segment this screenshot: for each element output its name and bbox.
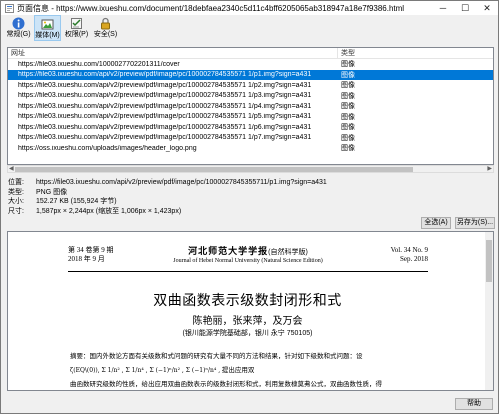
list-item-url: https://file03.ixueshu.com/api/v2/previe…	[18, 134, 312, 142]
tab-permissions[interactable]: 权限(P)	[63, 15, 90, 41]
list-item-url: https://file03.ixueshu.com/api/v2/previe…	[18, 102, 312, 110]
list-item-selected[interactable]: https://file03.ixueshu.com/api/v2/previe…	[8, 69, 493, 80]
abstract-line: ζ(EQ\(0)), Σ 1/n² , Σ 1/n⁴ , Σ (−1)ⁿ/n² …	[70, 364, 430, 378]
size-label: 大小:	[8, 198, 24, 205]
abstract-line: 摘要：国内外数论方面有关级数和式问题的研究有大量不同的方法和结果，针对如下级数和…	[70, 353, 363, 360]
date-cn: 2018 年 9 月	[68, 255, 105, 263]
list-horizontal-scrollbar[interactable]: ◀ ▶	[7, 165, 494, 173]
location-label: 位置:	[8, 179, 24, 186]
tab-general[interactable]: 常规(G)	[5, 15, 32, 41]
lock-icon	[99, 16, 113, 30]
column-header-url[interactable]: 网址	[8, 48, 338, 58]
tab-general-label: 常规(G)	[6, 31, 31, 38]
type-value: PNG 图像	[36, 188, 68, 196]
type-label: 类型:	[8, 188, 24, 196]
minimize-button[interactable]: ─	[432, 1, 454, 15]
paper-affiliation: (银川能源学院基础部，银川 永宁 750105)	[182, 330, 313, 337]
list-item[interactable]: https://file03.ixueshu.com/api/v2/previe…	[8, 101, 493, 112]
abstract-line: 曲函数研究级数的性质，给出应用双曲函数表示的级数封闭形和式，利用复数棣莫弗公式，…	[70, 381, 382, 388]
select-all-button[interactable]: 全选(A)	[421, 217, 451, 229]
save-as-button[interactable]: 另存为(S)...	[455, 217, 495, 229]
list-item-type: 图像	[341, 124, 355, 132]
list-header: 网址 类型	[8, 48, 493, 59]
permissions-icon	[70, 16, 84, 30]
scroll-right-icon[interactable]: ▶	[487, 165, 492, 172]
list-item-url: https://oss.ixueshu.com/uploads/images/h…	[18, 144, 197, 152]
journal-name-en: Journal of Hebei Normal University (Natu…	[173, 258, 323, 264]
list-item[interactable]: https://file03.ixueshu.com/api/v2/previe…	[8, 91, 493, 102]
page-info-icon	[4, 3, 14, 13]
list-item-type: 图像	[341, 145, 355, 153]
paper-title: 双曲函数表示级数封闭形和式	[153, 293, 342, 309]
column-header-type[interactable]: 类型	[338, 48, 355, 58]
media-details: 位置: https://file03.ixueshu.com/api/v2/pr…	[8, 178, 488, 216]
list-item[interactable]: https://file03.ixueshu.com/api/v2/previe…	[8, 133, 493, 144]
list-item-url: https://file03.ixueshu.com/api/v2/previe…	[18, 113, 312, 121]
list-item[interactable]: https://file03.ixueshu.com/api/v2/previe…	[8, 80, 493, 91]
dimensions-value: 1,587px × 2,244px (缩放至 1,006px × 1,423px…	[36, 207, 182, 215]
list-item[interactable]: https://file03.ixueshu.com/api/v2/previe…	[8, 122, 493, 133]
dimensions-label: 尺寸:	[8, 207, 24, 215]
list-item[interactable]: https://oss.ixueshu.com/uploads/images/h…	[8, 143, 493, 154]
maximize-button[interactable]: ☐	[454, 1, 476, 15]
tab-media-label: 媒体(M)	[35, 32, 60, 39]
list-item-type: 图像	[341, 82, 355, 90]
list-item-type: 图像	[341, 61, 355, 69]
scrollbar-thumb[interactable]	[486, 240, 492, 282]
scrollbar-thumb[interactable]	[15, 167, 413, 172]
paper-abstract: 摘要：国内外数论方面有关级数和式问题的研究有大量不同的方法和结果，针对如下级数和…	[70, 350, 430, 390]
location-value: https://file03.ixueshu.com/api/v2/previe…	[36, 179, 327, 186]
journal-name-cn: 河北师范大学学报	[188, 247, 269, 257]
journal-suffix-cn: (自然科学版)	[268, 249, 308, 256]
list-item[interactable]: https://file03.ixueshu.com/1000027702201…	[8, 59, 493, 70]
dialog-footer: 帮助	[1, 395, 498, 413]
abstract-line-tail: 提出应用双	[221, 367, 255, 374]
series-formula: Σ 1/n² , Σ 1/n⁴ , Σ (−1)ⁿ/n² , Σ (−1)ⁿ/n…	[101, 367, 221, 374]
tab-permissions-label: 权限(P)	[64, 31, 89, 38]
formula-text: ζ(EQ\(0)),	[70, 367, 100, 374]
list-item-url: https://file03.ixueshu.com/api/v2/previe…	[18, 123, 312, 131]
scroll-left-icon[interactable]: ◀	[9, 165, 14, 172]
help-button[interactable]: 帮助	[455, 398, 493, 410]
list-item[interactable]: https://file03.ixueshu.com/api/v2/previe…	[8, 112, 493, 123]
list-item-url: https://file03.ixueshu.com/api/v2/previe…	[18, 71, 312, 79]
list-item-url: https://file03.ixueshu.com/api/v2/previe…	[18, 92, 312, 100]
window-title: 页面信息 - https://www.ixueshu.com/document/…	[17, 3, 405, 13]
size-value: 152.27 KB (155,924 字节)	[36, 198, 117, 205]
media-icon	[41, 17, 55, 31]
list-item-type: 图像	[341, 71, 355, 79]
paper-authors: 陈艳丽，张来萍，及万会	[192, 316, 303, 327]
tab-security[interactable]: 安全(S)	[92, 15, 119, 41]
date-en: Sep. 2018	[400, 255, 428, 263]
volume-en: Vol. 34 No. 9	[390, 246, 428, 254]
list-item-type: 图像	[341, 92, 355, 100]
list-item-type: 图像	[341, 113, 355, 121]
list-item-url: https://file03.ixueshu.com/1000027702201…	[18, 60, 180, 68]
list-item-type: 图像	[341, 134, 355, 142]
media-preview: 第 34 卷第 9 期 2018 年 9 月 河北师范大学学报(自然科学版) J…	[7, 231, 494, 391]
tab-security-label: 安全(S)	[93, 31, 118, 38]
page-info-window: 页面信息 - https://www.ixueshu.com/document/…	[0, 0, 499, 414]
list-item-url: https://file03.ixueshu.com/api/v2/previe…	[18, 81, 312, 89]
tab-media[interactable]: 媒体(M)	[34, 15, 61, 41]
journal-header: 第 34 卷第 9 期 2018 年 9 月 河北师范大学学报(自然科学版) J…	[68, 246, 428, 272]
preview-vertical-scrollbar[interactable]	[485, 232, 493, 390]
tab-toolbar: 常规(G) 媒体(M) 权限(P) 安全(S)	[1, 15, 498, 41]
media-list[interactable]: 网址 类型 https://file03.ixueshu.com/1000027…	[7, 47, 494, 165]
close-button[interactable]: ✕	[476, 1, 498, 15]
title-bar: 页面信息 - https://www.ixueshu.com/document/…	[1, 1, 498, 15]
issue-cn: 第 34 卷第 9 期	[68, 246, 114, 254]
list-item-type: 图像	[341, 103, 355, 111]
info-icon	[12, 16, 26, 30]
